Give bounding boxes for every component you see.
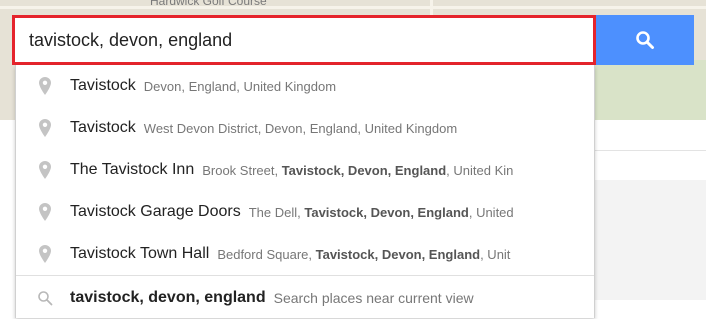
location-pin-icon xyxy=(34,203,56,221)
search-button[interactable] xyxy=(596,15,694,65)
suggestion-item[interactable]: Tavistock West Devon District, Devon, En… xyxy=(16,107,594,149)
suggestion-detail: Brook Street, Tavistock, Devon, England,… xyxy=(202,163,513,178)
search-query-row[interactable]: tavistock, devon, england Search places … xyxy=(16,277,594,319)
search-icon xyxy=(636,31,654,49)
suggestion-detail: West Devon District, Devon, England, Uni… xyxy=(143,120,458,136)
detail-plain: Bedford Square, xyxy=(217,246,316,262)
side-panel xyxy=(594,180,706,300)
detail-tail: , Unit xyxy=(480,246,511,262)
dropdown-divider xyxy=(16,275,594,276)
query-hint: Search places near current view xyxy=(273,290,474,306)
map-label: Hardwick Golf Course xyxy=(150,0,267,8)
suggestion-detail: Bedford Square, Tavistock, Devon, Englan… xyxy=(217,247,510,262)
suggestion-name: Tavistock xyxy=(70,119,136,136)
map-road xyxy=(0,6,706,9)
suggestion-name: Tavistock xyxy=(70,77,136,94)
search-input[interactable] xyxy=(15,18,593,62)
detail-tail: , United xyxy=(468,204,514,220)
detail-plain: The Dell, xyxy=(248,204,305,220)
detail-bold: Tavistock, Devon, England xyxy=(315,246,481,262)
suggestion-detail: The Dell, Tavistock, Devon, England, Uni… xyxy=(249,205,514,220)
map-park xyxy=(590,60,706,120)
location-pin-icon xyxy=(34,119,56,137)
suggestion-name: The Tavistock Inn xyxy=(70,161,195,178)
suggestion-name: Tavistock Garage Doors xyxy=(70,203,241,220)
search-box[interactable] xyxy=(12,15,596,65)
location-pin-icon xyxy=(34,77,56,95)
suggestion-item[interactable]: Tavistock Garage Doors The Dell, Tavisto… xyxy=(16,191,594,233)
detail-bold: Tavistock, Devon, England xyxy=(304,204,469,220)
location-pin-icon xyxy=(34,245,56,263)
suggestion-item[interactable]: The Tavistock Inn Brook Street, Tavistoc… xyxy=(16,149,594,191)
detail-plain: Brook Street, xyxy=(202,162,282,178)
suggestion-item[interactable]: Tavistock Town Hall Bedford Square, Tavi… xyxy=(16,233,594,275)
detail-tail: , United Kin xyxy=(446,162,514,178)
autocomplete-dropdown: Tavistock Devon, England, United Kingdom… xyxy=(15,65,595,318)
suggestion-name: Tavistock Town Hall xyxy=(70,245,210,262)
divider xyxy=(594,150,706,151)
query-text: tavistock, devon, england xyxy=(70,289,266,306)
suggestion-detail: Devon, England, United Kingdom xyxy=(143,78,337,94)
search-icon xyxy=(34,290,56,306)
location-pin-icon xyxy=(34,161,56,179)
suggestion-item[interactable]: Tavistock Devon, England, United Kingdom xyxy=(16,65,594,107)
detail-bold: Tavistock, Devon, England xyxy=(281,162,447,178)
